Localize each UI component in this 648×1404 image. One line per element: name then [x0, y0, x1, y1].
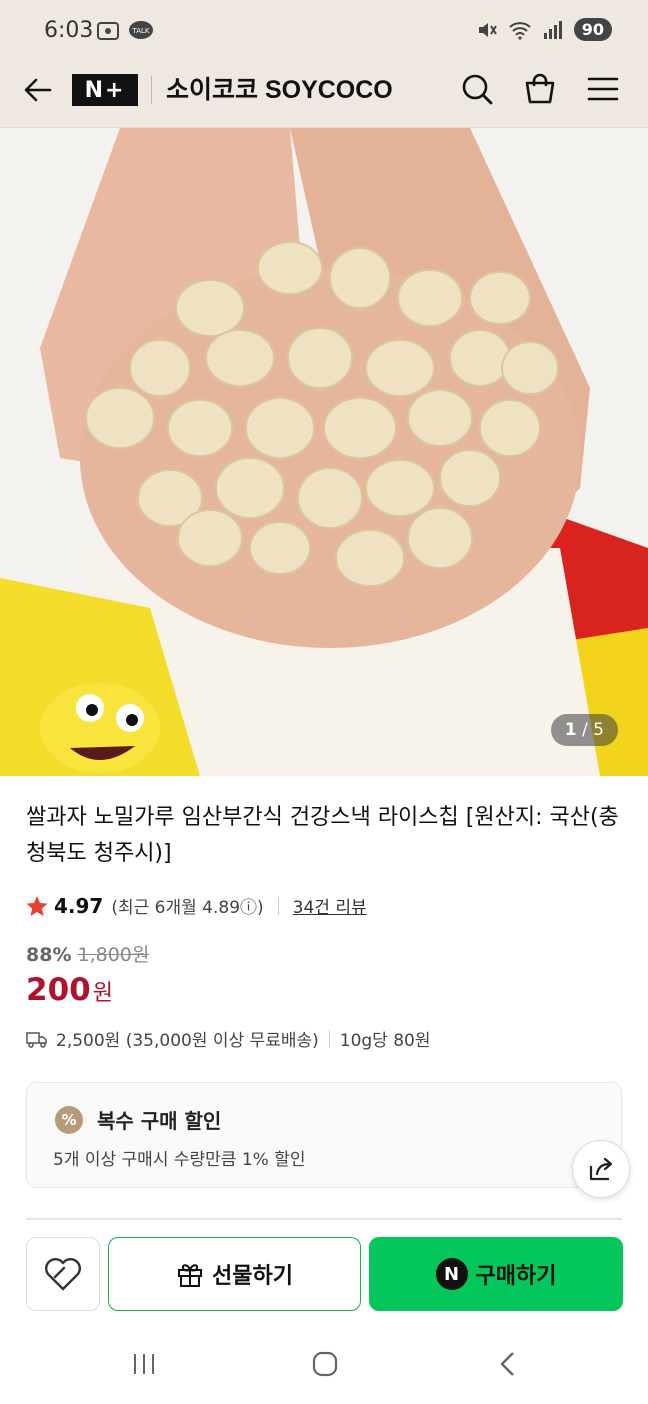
naver-plus-logo[interactable]: N+: [72, 74, 138, 106]
wifi-icon: [509, 21, 531, 40]
price-row: 200 원: [26, 972, 113, 1008]
image-counter-current: 1: [564, 720, 577, 740]
section-divider: [26, 1218, 622, 1220]
unit-price: 10g당 80원: [339, 1031, 431, 1051]
product-title: 쌀과자 노밀가루 임산부간식 건강스낵 라이스칩 [원산지: 국산(충청북도 청…: [26, 805, 619, 866]
product-photo: [0, 128, 648, 776]
back-chevron-icon: [500, 1352, 514, 1376]
multi-discount-title-row: % 복수 구매 할인: [55, 1105, 221, 1134]
recent-apps-button[interactable]: [124, 1346, 164, 1382]
wishlist-button[interactable]: [26, 1237, 100, 1311]
shipping-fee: 2,500원 (35,000원 이상 무료배송): [56, 1031, 319, 1051]
share-button[interactable]: [572, 1140, 630, 1198]
percent-icon: %: [55, 1105, 83, 1134]
buy-button[interactable]: N 구매하기: [369, 1237, 623, 1311]
cart-icon[interactable]: [523, 72, 557, 106]
rating-row: 4.97 (최근 6개월 4.89ⓘ) 34건 리뷰: [26, 893, 367, 918]
svg-text:TALK: TALK: [131, 27, 149, 35]
gift-button[interactable]: 선물하기: [108, 1237, 361, 1311]
separator: [328, 1029, 330, 1048]
home-button[interactable]: [305, 1346, 345, 1382]
back-nav-button[interactable]: [488, 1346, 528, 1382]
star-icon: [26, 895, 48, 916]
buy-label: 구매하기: [475, 1264, 557, 1289]
mute-icon: [478, 22, 497, 37]
status-left-icons: TALK: [96, 20, 154, 42]
multi-discount-description: 5개 이상 구매시 수량만큼 1% 할인: [53, 1150, 306, 1170]
multi-discount-title: 복수 구매 할인: [97, 1109, 222, 1133]
sale-price: 200: [26, 972, 91, 1008]
rating-recent[interactable]: (최근 6개월 4.89ⓘ): [111, 893, 263, 918]
status-right: 90: [476, 18, 612, 41]
status-bar: 6:03 TALK 90: [0, 0, 648, 60]
original-price: 1,800원: [77, 944, 150, 966]
battery-indicator: 90: [573, 18, 612, 41]
search-icon[interactable]: [460, 72, 494, 106]
store-name[interactable]: 소이코코 SOYCOCO: [166, 70, 393, 106]
separator: [277, 896, 279, 915]
share-icon: [589, 1157, 613, 1181]
gift-icon: [178, 1264, 203, 1287]
store-header: N+ 소이코코 SOYCOCO: [0, 60, 648, 128]
menu-icon[interactable]: [586, 72, 620, 106]
shipping-row: 2,500원 (35,000원 이상 무료배송) 10g당 80원: [26, 1026, 431, 1051]
image-counter: 1 / 5: [550, 714, 618, 746]
home-icon: [312, 1351, 338, 1377]
header-divider: [151, 76, 152, 104]
price-unit: 원: [92, 981, 113, 1006]
naver-pay-icon: N: [435, 1258, 468, 1290]
screenshot-icon: [97, 22, 119, 40]
product-image-carousel[interactable]: 1 / 5: [0, 128, 648, 776]
image-counter-total: / 5: [582, 720, 604, 740]
purchase-action-bar: 선물하기 N 구매하기: [0, 1222, 648, 1322]
discount-rate: 88%: [26, 944, 72, 966]
review-link[interactable]: 34건 리뷰: [293, 893, 367, 918]
heart-icon: [45, 1258, 81, 1291]
back-arrow-icon[interactable]: [22, 74, 54, 106]
gift-label: 선물하기: [212, 1264, 293, 1289]
status-time: 6:03: [44, 18, 94, 43]
recent-apps-icon: [134, 1354, 154, 1374]
rating-score: 4.97: [54, 893, 104, 918]
signal-icon: [543, 20, 562, 39]
kakaotalk-icon: TALK: [129, 21, 153, 39]
discount-row: 88% 1,800원: [26, 940, 149, 967]
truck-icon: [26, 1031, 47, 1048]
multi-purchase-discount-box[interactable]: % 복수 구매 할인 5개 이상 구매시 수량만큼 1% 할인: [26, 1082, 622, 1188]
system-navigation-bar: [0, 1322, 648, 1404]
